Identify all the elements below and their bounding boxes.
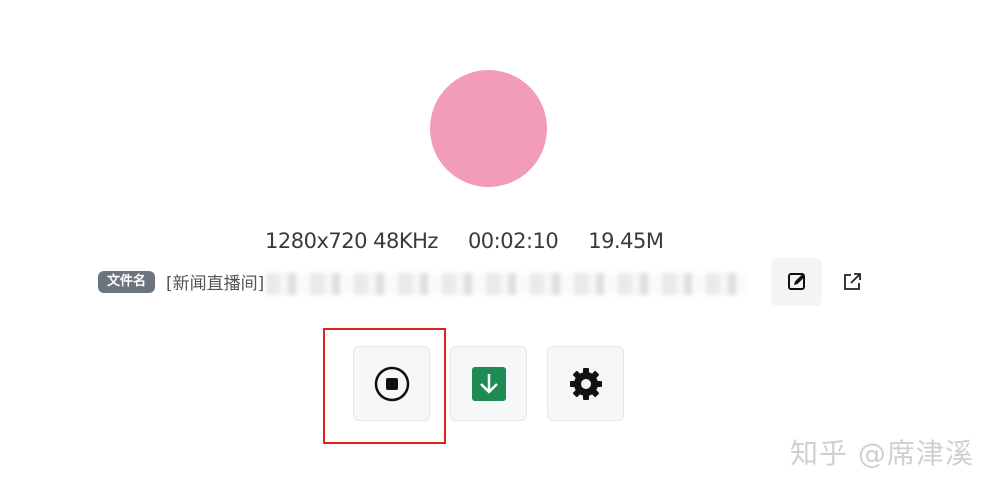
duration: 00:02:10 [467,229,559,253]
stop-record-button[interactable] [353,346,430,421]
stop-record-icon [374,366,409,401]
recording-indicator [430,70,547,187]
filename-blurred [266,273,747,295]
edit-filename-button[interactable] [771,258,822,306]
file-size: 19.45M [588,229,664,253]
filename-text: [新闻直播间] [166,269,747,295]
media-info: 1280x720 48KHz 00:02:10 19.45M [265,226,664,256]
filename-row: 文件名 [新闻直播间] [98,258,747,306]
watermark: 知乎 @席津溪 [790,437,974,470]
gear-icon [569,367,602,400]
open-folder-button[interactable] [830,258,874,306]
edit-icon [787,273,805,290]
download-button[interactable] [450,346,527,421]
download-icon [471,366,506,401]
settings-button[interactable] [547,346,624,421]
filename-visible: [新闻直播间] [166,274,265,294]
external-link-icon [844,273,861,290]
filename-badge: 文件名 [98,271,156,293]
resolution-audio: 1280x720 48KHz [265,229,438,253]
